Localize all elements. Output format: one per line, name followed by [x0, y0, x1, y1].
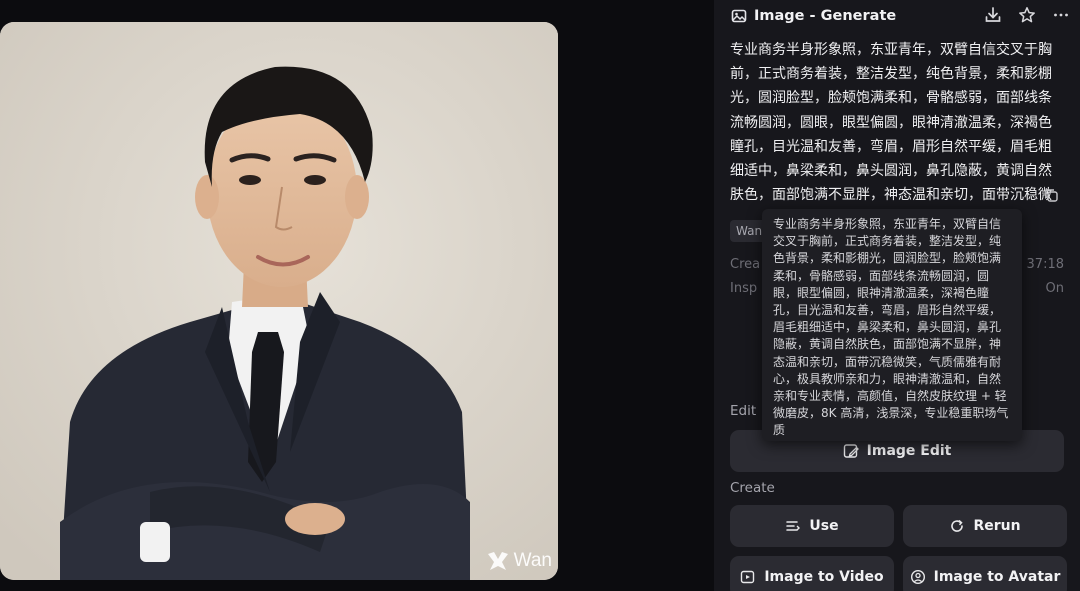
- star-icon[interactable]: [1018, 6, 1036, 24]
- rerun-button[interactable]: Rerun: [903, 505, 1067, 547]
- image-icon: [730, 7, 748, 25]
- image-to-avatar-label: Image to Avatar: [933, 569, 1061, 585]
- rerun-label: Rerun: [973, 518, 1021, 534]
- generated-image[interactable]: Wan: [0, 22, 558, 580]
- edit-image-icon: [843, 443, 859, 459]
- image-to-avatar-button[interactable]: Image to Avatar: [903, 556, 1067, 591]
- copy-icon[interactable]: [1042, 186, 1060, 204]
- prompt-tooltip: 专业商务半身形象照，东亚青年，双臂自信交叉于胸前，正式商务着装，整洁发型，纯色背…: [762, 209, 1022, 441]
- edit-section-label: Edit: [730, 403, 757, 419]
- inspire-label: Insp: [730, 281, 758, 296]
- create-section-label: Create: [730, 480, 775, 496]
- download-icon[interactable]: [984, 6, 1002, 24]
- image-to-video-button[interactable]: Image to Video: [730, 556, 894, 591]
- use-label: Use: [809, 518, 839, 534]
- image-to-video-label: Image to Video: [764, 569, 884, 585]
- more-icon[interactable]: [1052, 6, 1070, 24]
- created-label: Crea: [730, 257, 761, 272]
- prompt-text[interactable]: 专业商务半身形象照，东亚青年，双臂自信交叉于胸前，正式商务着装，整洁发型，纯色背…: [730, 38, 1062, 208]
- panel-title: Image - Generate: [754, 8, 897, 24]
- refresh-icon: [949, 518, 965, 534]
- use-button[interactable]: Use: [730, 505, 894, 547]
- avatar-icon: [910, 569, 926, 585]
- created-value: 37:18: [1026, 257, 1064, 272]
- use-icon: [785, 518, 801, 534]
- panel-header: Image - Generate: [730, 0, 1080, 32]
- watermark-text: Wan: [513, 550, 552, 571]
- video-icon: [740, 569, 756, 585]
- watermark: Wan: [486, 550, 552, 572]
- canvas-area: Wan: [0, 0, 714, 591]
- image-edit-label: Image Edit: [866, 443, 952, 459]
- wan-logo-icon: [487, 552, 508, 570]
- inspire-value: On: [1045, 281, 1064, 296]
